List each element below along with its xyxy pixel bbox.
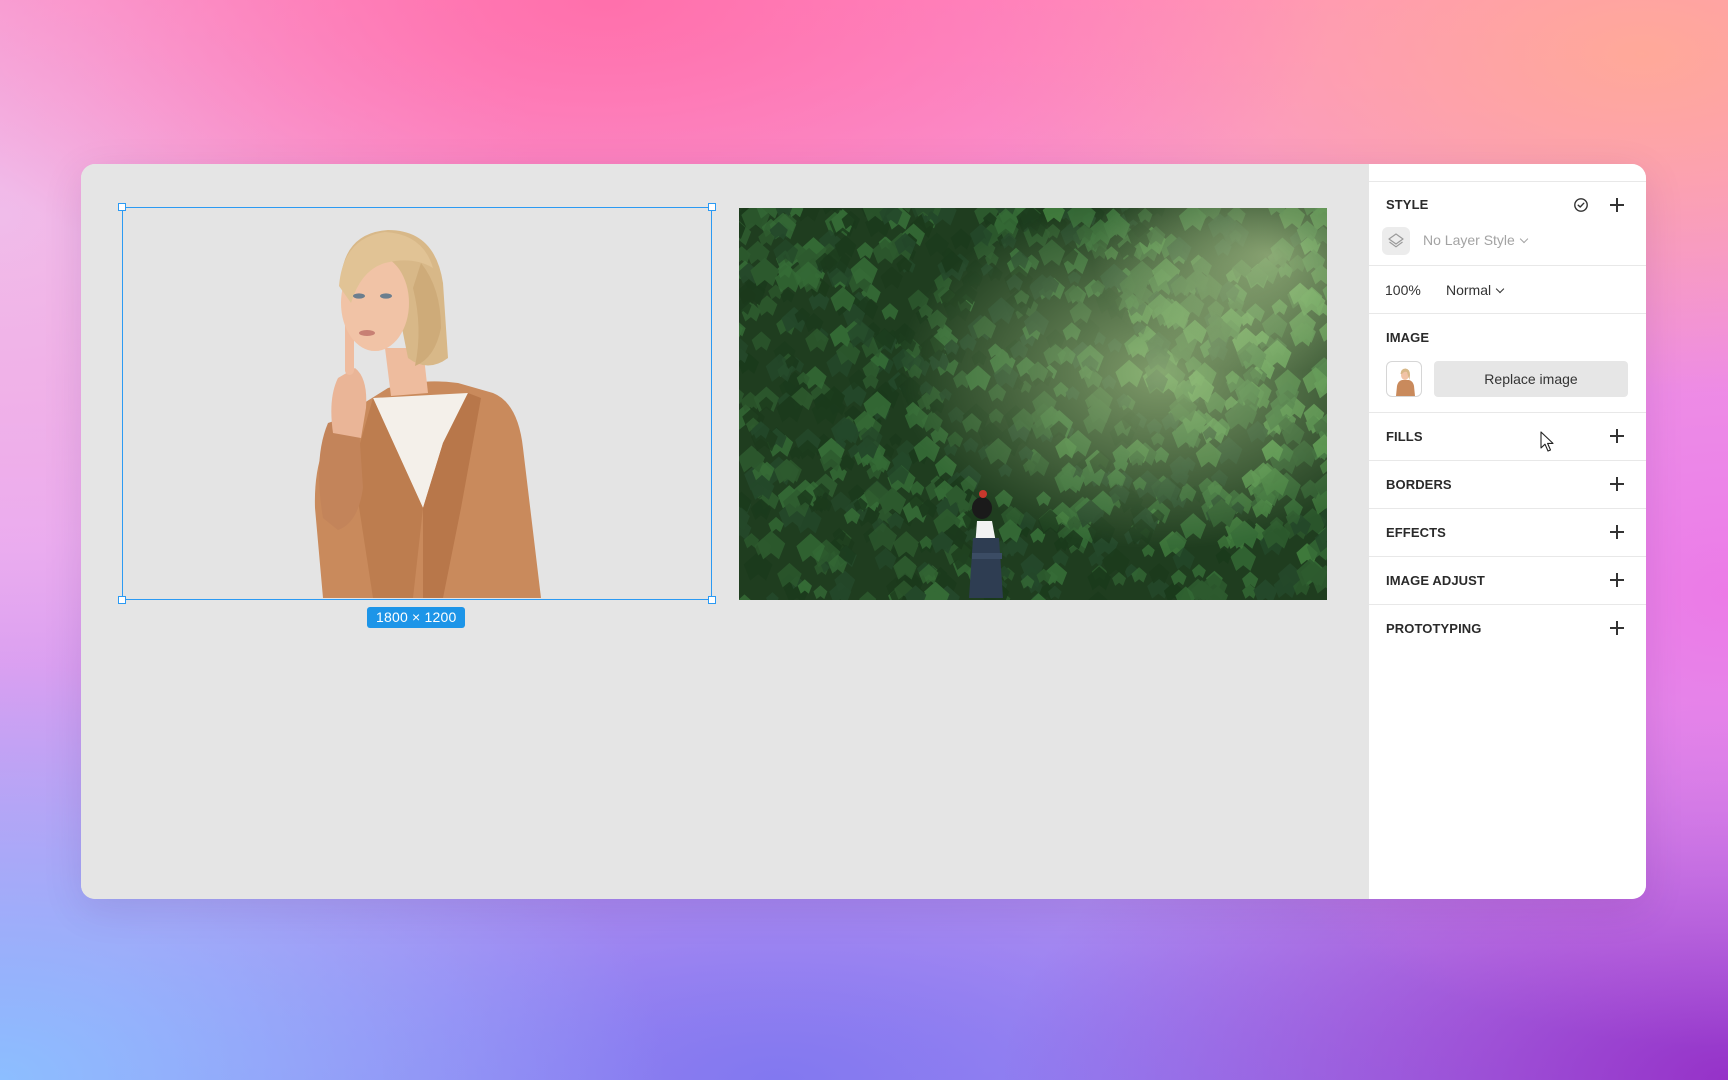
layer-style-label: No Layer Style: [1423, 232, 1515, 248]
chevron-down-icon: [1519, 234, 1529, 244]
ivy-wall-photo: [739, 208, 1327, 600]
image-section-title: IMAGE: [1386, 330, 1430, 345]
fills-section-title: FILLS: [1386, 429, 1423, 444]
blend-mode-dropdown[interactable]: Normal: [1446, 282, 1505, 298]
borders-section-title: BORDERS: [1386, 477, 1452, 492]
layer-style-dropdown[interactable]: No Layer Style: [1423, 232, 1529, 248]
add-fill-plus-icon[interactable]: [1610, 429, 1624, 443]
chevron-down-icon: [1495, 284, 1505, 294]
divider: [1369, 265, 1646, 266]
app-window: 1800 × 1200 STYLE No Layer Style 100% No…: [81, 164, 1646, 899]
add-effect-plus-icon[interactable]: [1610, 525, 1624, 539]
effects-section-title: EFFECTS: [1386, 525, 1446, 540]
replace-image-button[interactable]: Replace image: [1434, 361, 1628, 397]
prototyping-section-title: PROTOTYPING: [1386, 621, 1482, 636]
divider: [1369, 412, 1646, 413]
image-layer-ivy[interactable]: [739, 208, 1327, 600]
add-image-adjust-plus-icon[interactable]: [1610, 573, 1624, 587]
inspector-panel: STYLE No Layer Style 100% Normal IMAGE R…: [1369, 164, 1646, 899]
divider: [1369, 604, 1646, 605]
image-adjust-section-title: IMAGE ADJUST: [1386, 573, 1485, 588]
image-thumbnail[interactable]: [1386, 361, 1422, 397]
divider: [1369, 556, 1646, 557]
divider: [1369, 313, 1646, 314]
add-style-plus-icon[interactable]: [1610, 198, 1624, 212]
dimensions-badge: 1800 × 1200: [367, 607, 466, 628]
image-layer-woman[interactable]: [123, 208, 711, 600]
divider: [1369, 508, 1646, 509]
canvas[interactable]: 1800 × 1200: [81, 164, 1369, 899]
opacity-value[interactable]: 100%: [1385, 282, 1421, 298]
style-section-title: STYLE: [1386, 197, 1429, 212]
layers-icon: [1382, 227, 1410, 255]
woman-photo: [123, 208, 711, 600]
add-border-plus-icon[interactable]: [1610, 477, 1624, 491]
blend-mode-label: Normal: [1446, 282, 1492, 298]
divider: [1369, 181, 1646, 182]
divider: [1369, 460, 1646, 461]
add-prototyping-plus-icon[interactable]: [1610, 621, 1624, 635]
check-circle-icon[interactable]: [1573, 197, 1589, 213]
